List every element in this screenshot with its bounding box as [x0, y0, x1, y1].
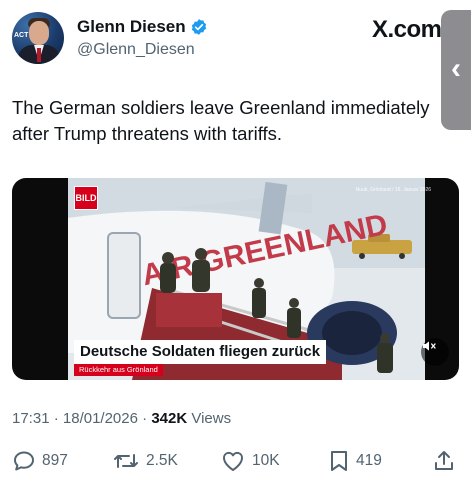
author-name-row[interactable]: Glenn Diesen	[77, 17, 208, 37]
repost-icon	[114, 454, 138, 468]
like-button[interactable]: 10K	[220, 449, 280, 473]
mute-button[interactable]	[421, 338, 449, 366]
media-corner-caption: Nuuk, Grönland / 18. Januar 2026	[355, 187, 431, 193]
display-name[interactable]: Glenn Diesen	[77, 17, 186, 37]
author-handle[interactable]: @Glenn_Diesen	[77, 41, 195, 59]
bookmark-count: 419	[356, 452, 382, 469]
views-count[interactable]: 342K	[151, 410, 187, 427]
speaker-muted-icon	[423, 341, 436, 351]
share-button[interactable]	[432, 449, 462, 473]
tweet-date[interactable]: 18/01/2026	[63, 410, 138, 427]
tweet-meta: 17:31 · 18/01/2026 · 342K Views	[12, 410, 231, 427]
tweet-media-video[interactable]: AIR GREENLAND BILD Nuuk, Grönland / 18. …	[12, 178, 459, 380]
action-bar: 897 2.5K 10K 419	[0, 445, 471, 477]
reply-count: 897	[42, 452, 68, 469]
verified-badge-icon	[191, 19, 206, 35]
meta-separator: ·	[53, 410, 59, 427]
reply-icon	[14, 451, 34, 471]
repost-count: 2.5K	[146, 452, 178, 469]
avatar-tag: ACT	[14, 32, 29, 39]
heart-icon	[223, 451, 243, 471]
reply-button[interactable]: 897	[12, 449, 68, 473]
like-count: 10K	[252, 452, 280, 469]
chevron-left-icon: ‹	[451, 52, 461, 85]
tweet-text: The German soldiers leave Greenland imme…	[12, 97, 430, 144]
x-logo: X.com	[372, 16, 442, 43]
avatar[interactable]: ACT	[12, 12, 64, 64]
repost-button[interactable]: 2.5K	[112, 449, 178, 473]
tweet-time[interactable]: 17:31	[12, 410, 50, 427]
video-headline: Deutsche Soldaten fliegen zurück	[74, 340, 327, 364]
bookmark-button[interactable]: 419	[328, 449, 382, 473]
meta-separator-2: ·	[142, 410, 148, 427]
bookmark-icon	[331, 451, 347, 471]
bild-logo: BILD	[74, 186, 98, 210]
views-label: Views	[191, 410, 232, 427]
video-subline: Rückkehr aus Grönland	[74, 364, 163, 376]
share-icon	[435, 451, 453, 470]
